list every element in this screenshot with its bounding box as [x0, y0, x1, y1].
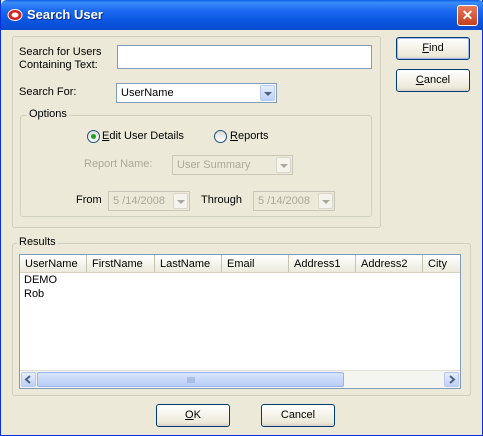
- search-for-select[interactable]: UserName: [116, 83, 277, 103]
- report-name-value: User Summary: [177, 159, 251, 171]
- list-item[interactable]: DEMO: [24, 274, 57, 286]
- chevron-down-icon[interactable]: [173, 193, 188, 209]
- column-header-address2[interactable]: Address2: [356, 255, 423, 272]
- reports-radio[interactable]: [214, 130, 227, 143]
- scroll-left-button[interactable]: [21, 372, 36, 387]
- column-header-email[interactable]: Email: [222, 255, 289, 272]
- scroll-right-button[interactable]: [444, 372, 459, 387]
- column-header-firstname[interactable]: FirstName: [87, 255, 155, 272]
- through-date-picker[interactable]: 5 /14/2008: [253, 191, 335, 211]
- cancel-top-button[interactable]: Cancel: [396, 69, 470, 92]
- report-name-select[interactable]: User Summary: [172, 155, 293, 175]
- close-icon: ✕: [461, 7, 474, 23]
- search-text-label-line1: Search for Users: [19, 46, 102, 58]
- search-user-dialog: Search User ✕ Search for Users Containin…: [0, 0, 483, 436]
- search-for-value: UserName: [121, 87, 174, 99]
- grip-icon: [187, 377, 195, 383]
- edit-user-details-radio[interactable]: [87, 130, 100, 143]
- search-text-label-line2: Containing Text:: [19, 59, 98, 71]
- title-bar[interactable]: Search User ✕: [1, 0, 483, 30]
- through-label: Through: [201, 194, 242, 206]
- report-name-label: Report Name:: [84, 158, 153, 170]
- options-group-label: Options: [27, 108, 69, 120]
- column-header-lastname[interactable]: LastName: [155, 255, 222, 272]
- app-logo-icon: [7, 9, 23, 21]
- column-header-city[interactable]: City: [423, 255, 460, 272]
- chevron-down-icon[interactable]: [260, 85, 275, 101]
- chevron-down-icon[interactable]: [276, 157, 291, 173]
- chevron-right-icon: [449, 375, 456, 384]
- through-date-value: 5 /14/2008: [258, 195, 310, 207]
- ok-button[interactable]: OK: [156, 404, 230, 427]
- find-button[interactable]: Find: [396, 37, 470, 60]
- horizontal-scrollbar[interactable]: [20, 370, 460, 388]
- cancel-bottom-button[interactable]: Cancel: [261, 404, 335, 427]
- results-group-label: Results: [17, 236, 58, 248]
- search-for-label: Search For:: [19, 86, 77, 98]
- search-text-label: Search for Users Containing Text:: [19, 46, 102, 72]
- from-date-value: 5 /14/2008: [113, 195, 165, 207]
- close-button[interactable]: ✕: [457, 5, 478, 26]
- column-header-username[interactable]: UserName: [20, 255, 87, 272]
- edit-user-details-label[interactable]: Edit User Details: [102, 130, 184, 142]
- results-header: UserName FirstName LastName Email Addres…: [20, 255, 460, 273]
- window-title: Search User: [27, 7, 103, 22]
- reports-label[interactable]: Reports: [230, 130, 269, 142]
- from-label: From: [76, 194, 102, 206]
- scroll-thumb[interactable]: [37, 372, 344, 387]
- results-list[interactable]: UserName FirstName LastName Email Addres…: [19, 254, 461, 389]
- chevron-left-icon: [24, 375, 31, 384]
- from-date-picker[interactable]: 5 /14/2008: [108, 191, 190, 211]
- search-text-input[interactable]: [117, 45, 372, 69]
- chevron-down-icon[interactable]: [318, 193, 333, 209]
- column-header-address1[interactable]: Address1: [289, 255, 356, 272]
- list-item[interactable]: Rob: [24, 288, 44, 300]
